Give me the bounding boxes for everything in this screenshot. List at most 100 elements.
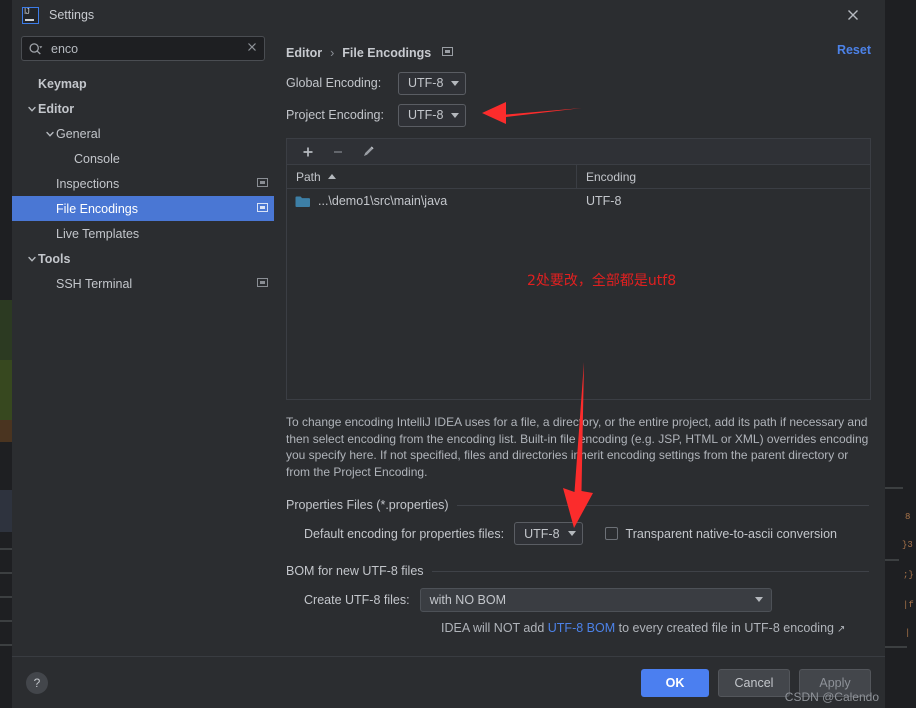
sidebar-item-editor[interactable]: Editor <box>12 96 274 121</box>
default-properties-encoding-dropdown[interactable]: UTF-8 <box>514 522 583 545</box>
intellij-logo-icon <box>22 6 39 24</box>
sidebar-item-label: Editor <box>38 101 75 116</box>
sidebar-item-label: File Encodings <box>56 201 138 216</box>
bom-hint-text: IDEA will NOT add UTF-8 BOM to every cre… <box>304 621 869 635</box>
create-utf8-files-value: with NO BOM <box>429 592 506 607</box>
description-text: To change encoding IntelliJ IDEA uses fo… <box>286 415 869 479</box>
column-header-encoding[interactable]: Encoding <box>577 165 870 188</box>
checkbox-box <box>604 527 618 540</box>
column-header-path[interactable]: Path <box>287 165 577 188</box>
default-properties-encoding-row: Default encoding for properties files: U… <box>304 521 869 546</box>
chevron-down-icon <box>451 80 460 86</box>
watermark: CSDN @Calendo <box>784 690 879 704</box>
dialog-body: Keymap Editor General Console Inspections Fil… <box>12 30 885 656</box>
properties-section-title-label: Properties Files (*.properties) <box>286 498 449 512</box>
breadcrumb-separator: › <box>330 46 335 60</box>
settings-page-icon <box>257 202 268 216</box>
settings-page-icon <box>257 277 268 291</box>
settings-page-icon <box>257 177 268 191</box>
create-utf8-files-dropdown[interactable]: with NO BOM <box>419 587 772 612</box>
sidebar-item-label: Keymap <box>38 76 87 91</box>
settings-dialog: Settings <box>12 0 885 708</box>
dialog-footer: ? OK Cancel Apply CSDN @Calendo <box>12 656 885 708</box>
sidebar-item-label: General <box>56 126 101 141</box>
sidebar-item-console[interactable]: Console <box>12 146 274 171</box>
background-editor-right-edge: 8 }3 ;} |f | <box>885 0 916 708</box>
sidebar-item-tools[interactable]: Tools <box>12 246 274 271</box>
sidebar-item-label: Inspections <box>56 176 120 191</box>
close-icon[interactable] <box>246 40 258 58</box>
search-field[interactable] <box>21 36 265 61</box>
chevron-down-icon[interactable] <box>44 129 56 139</box>
search-icon <box>28 42 44 56</box>
table-cell-encoding: UTF-8 <box>586 194 622 208</box>
bom-section: BOM for new UTF-8 files Create UTF-8 fil… <box>286 564 869 635</box>
encodings-table: Path Encoding ...\demo1\src\main\java UTF… <box>286 138 871 400</box>
project-encoding-label: Project Encoding: <box>286 108 384 122</box>
table-row[interactable]: ...\demo1\src\main\java UTF-8 <box>287 189 870 213</box>
project-encoding-value: UTF-8 <box>408 108 444 122</box>
sidebar-item-label: Console <box>74 151 120 166</box>
bom-hint-suffix: to every created file in UTF-8 encoding <box>615 621 834 635</box>
table-toolbar <box>287 139 870 165</box>
default-properties-encoding-label: Default encoding for properties files: <box>304 526 505 541</box>
sidebar-item-file-encodings[interactable]: File Encodings <box>12 196 274 221</box>
global-encoding-value: UTF-8 <box>408 76 444 90</box>
chevron-down-icon[interactable] <box>26 104 38 114</box>
breadcrumb-current: File Encodings <box>342 46 432 60</box>
properties-files-section: Properties Files (*.properties) Default … <box>286 498 869 546</box>
create-utf8-files-label: Create UTF-8 files: <box>304 592 410 607</box>
reset-link[interactable]: Reset <box>837 43 871 57</box>
settings-page-icon <box>442 46 454 60</box>
sidebar-item-label: Live Templates <box>56 226 140 241</box>
global-encoding-dropdown[interactable]: UTF-8 <box>398 71 467 95</box>
external-link-icon: ↗ <box>836 624 846 635</box>
create-utf8-files-row: Create UTF-8 files: with NO BOM <box>304 587 869 612</box>
settings-window: 8 }3 ;} |f | Settings <box>0 0 916 708</box>
sidebar-item-inspections[interactable]: Inspections <box>12 171 274 196</box>
sort-ascending-icon <box>327 174 336 179</box>
breadcrumb: Editor › File Encodings <box>286 42 885 64</box>
settings-tree: Keymap Editor General Console Inspections Fil… <box>12 71 274 296</box>
bom-section-title-label: BOM for new UTF-8 files <box>286 564 424 578</box>
column-header-path-label: Path <box>296 169 321 184</box>
transparent-native-to-ascii-label: Transparent native-to-ascii conversion <box>625 526 837 541</box>
background-window-left-edge <box>0 0 12 708</box>
file-encodings-panel: Editor › File Encodings Reset Global Enc… <box>274 30 885 656</box>
default-properties-encoding-value: UTF-8 <box>524 526 560 541</box>
chevron-down-icon <box>451 112 460 118</box>
search-input[interactable] <box>51 41 246 56</box>
title-bar: Settings <box>12 0 885 30</box>
help-button[interactable]: ? <box>26 671 48 694</box>
settings-sidebar: Keymap Editor General Console Inspections Fil… <box>12 30 274 656</box>
sidebar-item-ssh-terminal[interactable]: SSH Terminal <box>12 271 274 296</box>
table-cell-path-text: ...\demo1\src\main\java <box>318 194 448 208</box>
cancel-button[interactable]: Cancel <box>718 668 790 697</box>
project-encoding-dropdown[interactable]: UTF-8 <box>398 103 467 127</box>
chevron-down-icon <box>754 597 763 602</box>
bom-hint-prefix: IDEA will NOT add <box>441 621 548 635</box>
sidebar-item-label: Tools <box>38 251 71 266</box>
column-header-encoding-label: Encoding <box>586 169 637 184</box>
sidebar-item-keymap[interactable]: Keymap <box>12 71 274 96</box>
properties-section-title: Properties Files (*.properties) <box>286 498 869 512</box>
folder-icon <box>295 195 311 208</box>
close-icon[interactable] <box>843 5 863 25</box>
table-cell-path: ...\demo1\src\main\java <box>287 194 577 208</box>
chevron-down-icon <box>567 531 576 536</box>
breadcrumb-parent[interactable]: Editor <box>286 46 322 60</box>
sidebar-item-general[interactable]: General <box>12 121 274 146</box>
global-encoding-row: Global Encoding: UTF-8 <box>286 70 885 96</box>
bom-section-title: BOM for new UTF-8 files <box>286 564 869 578</box>
ok-button[interactable]: OK <box>641 668 709 697</box>
remove-path-button[interactable] <box>325 141 351 163</box>
add-path-button[interactable] <box>295 141 321 163</box>
transparent-native-to-ascii-checkbox[interactable]: Transparent native-to-ascii conversion <box>604 526 837 541</box>
table-header-row: Path Encoding <box>287 165 870 189</box>
edit-path-button[interactable] <box>355 141 381 163</box>
project-encoding-row: Project Encoding: UTF-8 <box>286 102 885 128</box>
utf8-bom-link[interactable]: UTF-8 BOM <box>548 621 615 635</box>
window-title: Settings <box>49 8 95 22</box>
sidebar-item-live-templates[interactable]: Live Templates <box>12 221 274 246</box>
chevron-down-icon[interactable] <box>26 254 38 264</box>
